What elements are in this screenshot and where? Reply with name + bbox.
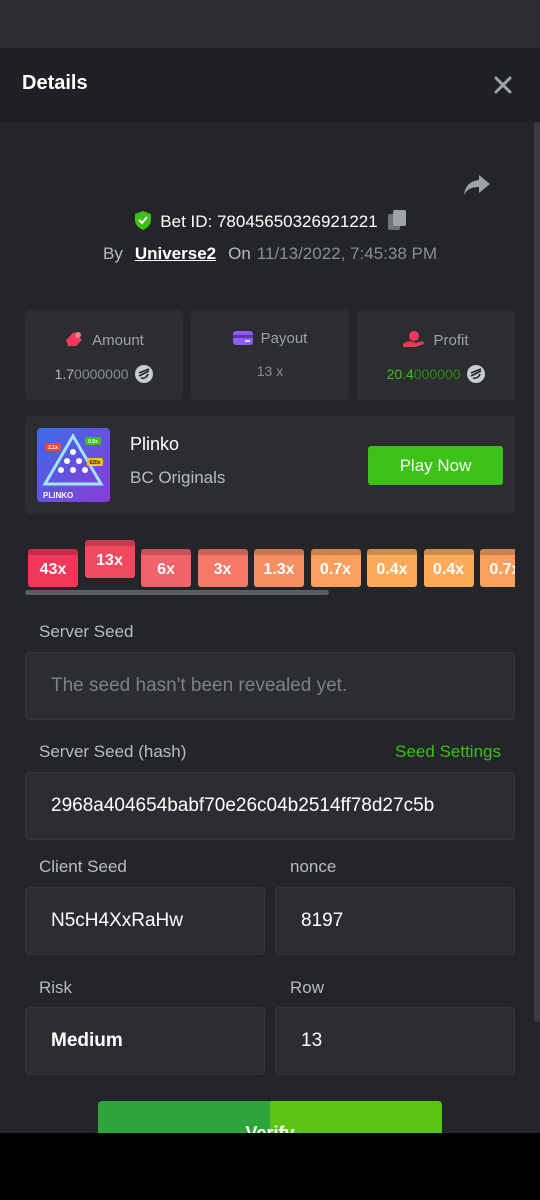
game-card: 2.1x 0.5x 620x PLINKO Plinko BC Original…: [25, 416, 515, 514]
by-label: By: [102, 244, 123, 263]
nonce-label: nonce: [290, 857, 337, 876]
payout-label: Payout: [260, 330, 308, 347]
profit-label: Profit: [433, 332, 469, 349]
server-seed-hash-label: Server Seed (hash): [39, 742, 187, 761]
server-seed-label: Server Seed: [39, 622, 134, 641]
multiplier-chip: 0.7x: [480, 549, 515, 587]
multiplier-chip: 3x: [197, 549, 248, 587]
modal-header: Details: [0, 48, 540, 122]
client-seed-field[interactable]: N5cH4XxRaHw: [25, 887, 265, 955]
bet-byline: By Universe2 On 11/13/2022, 7:45:38 PM: [0, 244, 540, 264]
amount-value: 1.70000000: [25, 365, 183, 383]
row-label: Row: [290, 978, 325, 997]
modal-title: Details: [22, 72, 88, 94]
nonce-field[interactable]: 8197: [275, 887, 515, 955]
on-label: On: [228, 244, 251, 263]
server-seed-field[interactable]: The seed hasn't been revealed yet.: [25, 652, 515, 720]
multiplier-chip: 0.4x: [367, 549, 417, 587]
amount-label: Amount: [92, 332, 144, 349]
svg-text:2.1x: 2.1x: [48, 445, 58, 451]
payout-card: Payout 13 x: [191, 310, 349, 400]
xlm-coin-icon: [135, 365, 154, 383]
amount-card: Amount 1.70000000: [25, 310, 183, 400]
modal-body: Bet ID: 78045650326921221 By Universe2 On 1…: [0, 122, 540, 1133]
svg-text:0.5x: 0.5x: [88, 439, 98, 445]
status-strip: [0, 0, 540, 48]
verify-button[interactable]: Verify: [98, 1101, 442, 1133]
seed-settings-link[interactable]: Seed Settings: [395, 742, 501, 762]
game-provider: BC Originals: [130, 468, 226, 487]
payout-card-icon: [232, 331, 253, 345]
amount-icon: [66, 332, 83, 346]
svg-text:620x: 620x: [89, 460, 100, 466]
multiplier-chip: 1.3x: [254, 549, 304, 587]
game-name: Plinko: [130, 434, 180, 454]
username-link[interactable]: Universe2: [135, 244, 216, 263]
close-icon[interactable]: [488, 70, 518, 100]
bet-id-line: Bet ID: 78045650326921221: [0, 210, 540, 232]
plinko-thumbnail[interactable]: 2.1x 0.5x 620x PLINKO: [37, 428, 110, 502]
xlm-coin-icon: [467, 365, 486, 383]
client-seed-label: Client Seed: [39, 857, 127, 876]
profit-card: Profit 20.4000000: [357, 310, 515, 400]
risk-select[interactable]: Medium: [25, 1007, 265, 1075]
thumb-title: PLINKO: [43, 491, 73, 500]
play-now-button[interactable]: Play Now: [368, 446, 503, 485]
server-seed-hash-field[interactable]: 2968a404654babf70e26c04b2514ff78d27c5b: [25, 772, 515, 840]
multiplier-chip: 0.4x: [423, 549, 474, 587]
risk-label: Risk: [39, 978, 73, 997]
bet-stats: Amount 1.70000000 Payout 13 x Profit 20.…: [25, 310, 515, 400]
profit-value: 20.4000000: [357, 365, 515, 383]
multiplier-chip: 0.7x: [310, 549, 361, 587]
multiplier-chip: 6x: [141, 549, 191, 587]
row-select[interactable]: 13: [275, 1007, 515, 1075]
copy-icon[interactable]: [387, 210, 406, 230]
share-icon[interactable]: [462, 172, 492, 198]
horizontal-scrollbar[interactable]: [25, 590, 329, 595]
verified-shield-icon: [135, 211, 152, 230]
payout-value: 13 x: [256, 363, 284, 379]
multiplier-chip: 43x: [28, 549, 78, 587]
verify-label: Verify: [245, 1123, 295, 1133]
profit-hand-icon: [403, 331, 425, 347]
bet-id-text: Bet ID: 78045650326921221: [160, 212, 378, 231]
bet-date: 11/13/2022, 7:45:38 PM: [256, 244, 438, 263]
multiplier-chip: 13x: [84, 540, 135, 578]
multiplier-row[interactable]: 43x13x6x3x1.3x0.7x0.4x0.4x0.7x: [25, 537, 515, 597]
